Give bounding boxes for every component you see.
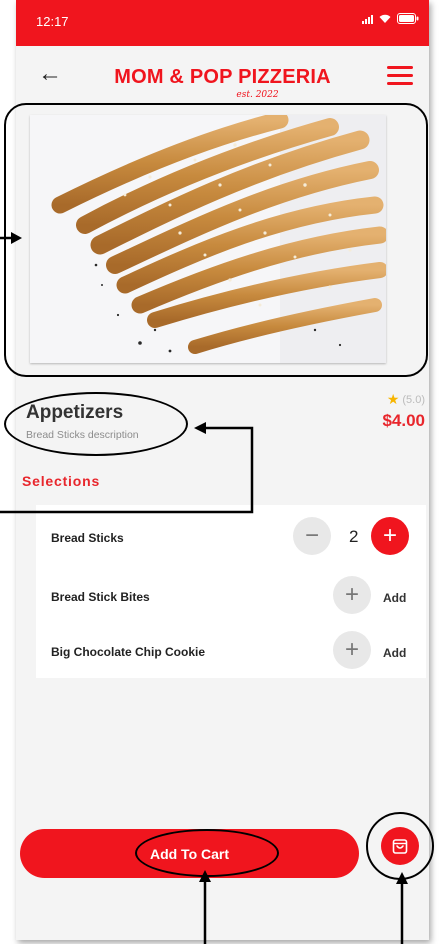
hamburger-menu-icon[interactable] xyxy=(387,66,413,86)
quantity-value: 2 xyxy=(349,527,359,546)
status-time: 12:17 xyxy=(36,14,69,29)
product-price: $4.00 xyxy=(382,411,425,430)
wifi-icon xyxy=(379,14,391,23)
option-name: Bread Sticks xyxy=(51,531,124,545)
title-highlight-oval xyxy=(4,392,188,456)
brand-tagline: est. 2022 xyxy=(236,90,279,100)
list-item: Bread Sticks − 2 + xyxy=(36,517,426,557)
brand-logo: MOM & POP PIZZERIA est. 2022 xyxy=(16,66,429,100)
cart-highlight-oval xyxy=(135,829,279,877)
add-plus-button[interactable]: + xyxy=(333,631,371,669)
rating-value: (5.0) xyxy=(402,393,425,406)
star-icon: ★ xyxy=(386,391,400,407)
battery-icon xyxy=(397,13,419,24)
brand-name: MOM & POP PIZZERIA xyxy=(114,66,331,88)
photo-highlight-frame xyxy=(4,103,428,377)
signal-icon xyxy=(362,14,373,24)
add-label[interactable]: Add xyxy=(383,646,406,660)
plus-button[interactable]: + xyxy=(371,517,409,555)
list-item: Big Chocolate Chip Cookie + Add xyxy=(36,631,426,671)
status-icons xyxy=(362,13,419,24)
list-item: Bread Stick Bites + Add xyxy=(36,576,426,616)
add-label[interactable]: Add xyxy=(383,591,406,605)
header: ← MOM & POP PIZZERIA est. 2022 xyxy=(16,46,429,106)
minus-button[interactable]: − xyxy=(293,517,331,555)
status-bar: 12:17 xyxy=(16,0,429,46)
option-name: Big Chocolate Chip Cookie xyxy=(51,645,206,659)
add-plus-button[interactable]: + xyxy=(333,576,371,614)
selections-list: Bread Sticks − 2 + Bread Stick Bites + A… xyxy=(36,505,426,678)
option-name: Bread Stick Bites xyxy=(51,590,150,604)
rating: ★ (5.0) xyxy=(387,391,425,408)
bag-highlight-circle xyxy=(366,812,434,880)
selections-title: Selections xyxy=(22,473,101,489)
